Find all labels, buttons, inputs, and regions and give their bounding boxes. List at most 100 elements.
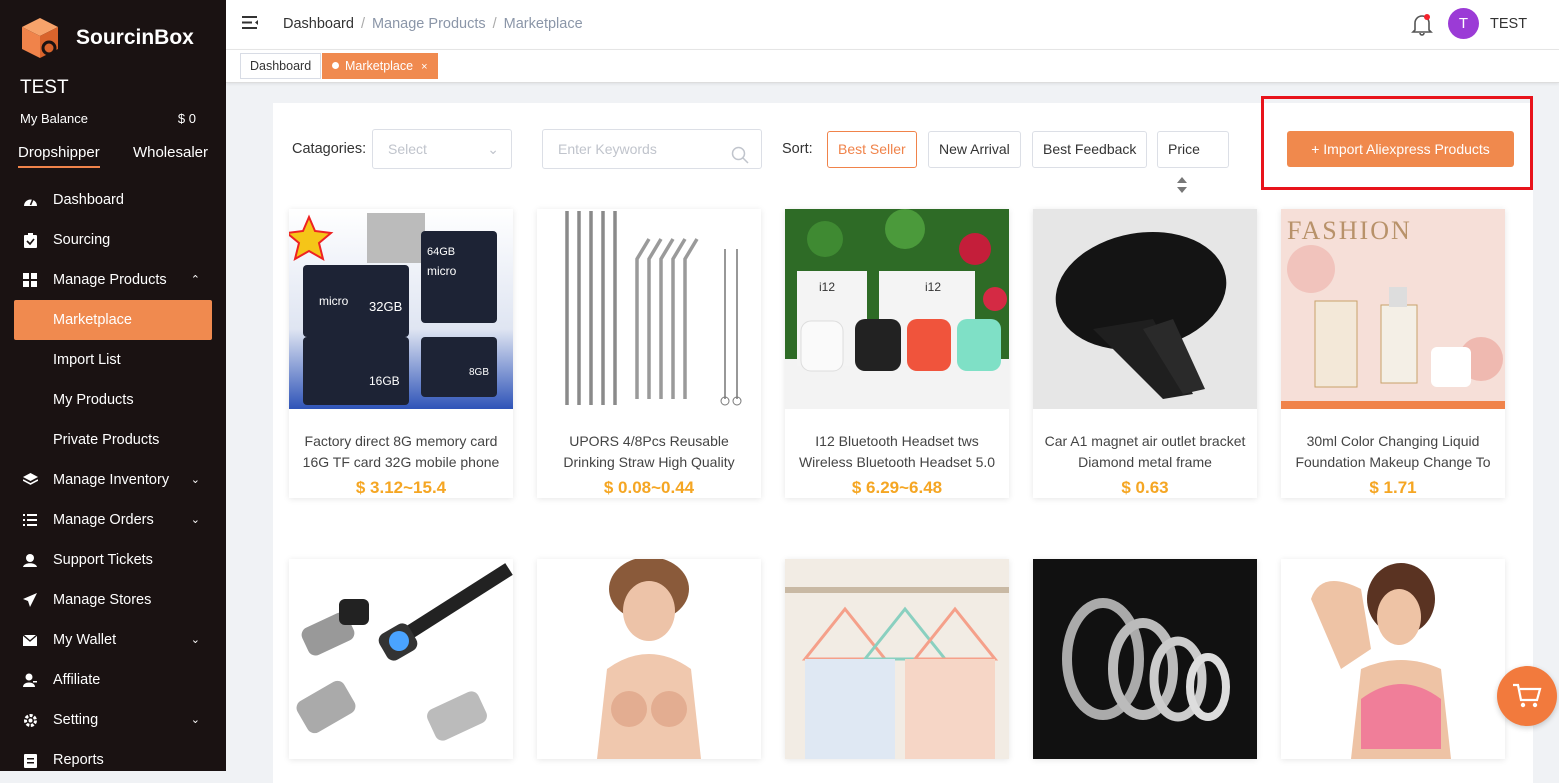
svg-text:micro: micro [427, 264, 457, 278]
grid-icon [22, 272, 38, 288]
sidebar-item-affiliate[interactable]: Affiliate [0, 660, 226, 700]
bell-icon[interactable] [1410, 12, 1434, 41]
sidebar-item-sourcing[interactable]: Sourcing [0, 220, 226, 260]
cart-button[interactable] [1497, 666, 1557, 726]
product-image [289, 559, 513, 759]
cart-icon [1512, 682, 1542, 715]
sidebar-item-marketplace[interactable]: Marketplace [14, 300, 212, 340]
svg-text:i12: i12 [925, 280, 941, 294]
close-icon[interactable]: × [421, 61, 427, 73]
search-icon[interactable] [731, 140, 749, 178]
role-switch: Dropshipper Wholesaler [18, 144, 208, 168]
product-image [537, 559, 761, 759]
product-price: $ 0.08~0.44 [603, 478, 695, 497]
send-icon [22, 592, 38, 608]
sort-best-seller-button[interactable]: Best Seller [827, 131, 917, 168]
product-card[interactable]: micro 32GB 64GB micro 16GB 8GB Factory d… [289, 209, 513, 498]
product-title[interactable]: 30ml Color Changing Liquid Foundation Ma… [1281, 431, 1505, 473]
chevron-down-icon: ⌄ [190, 514, 200, 526]
product-price: $ 0.63 [1121, 478, 1169, 497]
sidebar-item-support-tickets[interactable]: Support Tickets [0, 540, 226, 580]
sidebar-menu: Dashboard Sourcing Manage Products ⌃ Mar… [0, 180, 226, 780]
sidebar-item-my-wallet[interactable]: My Wallet ⌄ [0, 620, 226, 660]
product-image [785, 559, 1009, 759]
avatar[interactable]: T [1448, 8, 1479, 39]
balance-label: My Balance [20, 111, 88, 126]
balance-value: $ 0 [177, 111, 196, 126]
topbar: Dashboard / Manage Products / Marketplace T … [226, 0, 1559, 50]
tab-marketplace[interactable]: Marketplace × [322, 53, 438, 79]
product-price: $ 3.12~15.4 [355, 478, 447, 497]
product-title[interactable]: UPORS 4/8Pcs Reusable Drinking Straw Hig… [537, 431, 761, 473]
product-card[interactable]: Car A1 magnet air outlet bracket Diamond… [1033, 209, 1257, 498]
product-image [1033, 559, 1257, 759]
product-title[interactable]: Car A1 magnet air outlet bracket Diamond… [1033, 431, 1257, 473]
chevron-down-icon: ⌄ [190, 714, 200, 726]
mail-icon [22, 632, 38, 648]
chevron-up-icon: ⌃ [190, 274, 200, 286]
svg-text:i12: i12 [819, 280, 835, 294]
product-card[interactable] [537, 559, 761, 759]
sidebar-item-manage-products[interactable]: Manage Products ⌃ [0, 260, 226, 300]
product-image: i12 i12 [785, 209, 1009, 409]
category-select[interactable]: Select ⌄ [372, 129, 512, 169]
sidebar-item-setting[interactable]: Setting ⌄ [0, 700, 226, 740]
dashboard-icon [22, 192, 38, 208]
clipboard-icon [22, 232, 38, 248]
menu-toggle-icon[interactable] [242, 15, 259, 35]
report-icon [22, 752, 38, 768]
product-image [1281, 559, 1505, 759]
product-card[interactable]: UPORS 4/8Pcs Reusable Drinking Straw Hig… [537, 209, 761, 498]
list-icon [22, 512, 38, 528]
breadcrumb-manage-products: Manage Products [371, 16, 486, 32]
sort-label: Sort: [782, 141, 813, 157]
sidebar-item-reports[interactable]: Reports [0, 740, 226, 780]
product-price: $ 1.71 [1369, 478, 1417, 497]
layers-icon [22, 472, 38, 488]
sidebar-username: TEST [20, 77, 69, 98]
sidebar-item-dashboard[interactable]: Dashboard [0, 180, 226, 220]
gear-icon [22, 712, 38, 728]
sidebar-item-manage-inventory[interactable]: Manage Inventory ⌄ [0, 460, 226, 500]
svg-text:32GB: 32GB [369, 299, 402, 314]
svg-text:micro: micro [319, 294, 349, 308]
sidebar-item-my-products[interactable]: My Products [0, 380, 226, 420]
breadcrumb-dashboard[interactable]: Dashboard [283, 16, 354, 32]
role-wholesaler[interactable]: Wholesaler [133, 144, 208, 168]
sidebar-item-manage-stores[interactable]: Manage Stores [0, 580, 226, 620]
header-username[interactable]: TEST [1490, 16, 1527, 32]
product-title[interactable]: I12 Bluetooth Headset tws Wireless Bluet… [785, 431, 1009, 473]
sidebar-item-manage-orders[interactable]: Manage Orders ⌄ [0, 500, 226, 540]
product-title[interactable]: Factory direct 8G memory card 16G TF car… [289, 431, 513, 473]
product-card[interactable] [785, 559, 1009, 759]
chevron-down-icon: ⌄ [487, 141, 499, 157]
user-icon [22, 672, 38, 688]
role-dropshipper[interactable]: Dropshipper [18, 144, 100, 168]
product-card[interactable] [289, 559, 513, 759]
sourcinbox-logo-icon [18, 16, 62, 60]
brand-name: SourcinBox [76, 26, 194, 49]
filter-bar: Catagories: Select ⌄ Enter Keywords Sort… [273, 96, 1533, 194]
chevron-down-icon: ⌄ [190, 474, 200, 486]
product-card[interactable]: i12 i12 I12 Bluetooth Headset tws Wirele… [785, 209, 1009, 498]
product-card[interactable]: FASHION 30ml Color Changing Liquid Found… [1281, 209, 1505, 498]
categories-label: Catagories: [292, 141, 367, 157]
sort-arrows-icon [1176, 175, 1188, 195]
brand[interactable]: SourcinBox [18, 16, 194, 60]
sort-best-feedback-button[interactable]: Best Feedback [1032, 131, 1148, 168]
svg-text:8GB: 8GB [469, 367, 489, 378]
headset-icon [22, 552, 38, 568]
chevron-down-icon: ⌄ [190, 634, 200, 646]
sort-price-button[interactable]: Price [1157, 131, 1229, 194]
breadcrumb: Dashboard / Manage Products / Marketplace [283, 16, 583, 32]
tab-dashboard[interactable]: Dashboard [240, 53, 322, 79]
sort-new-arrival-button[interactable]: New Arrival [928, 131, 1021, 168]
sidebar: SourcinBox TEST My Balance $ 0 Dropshipp… [0, 0, 226, 771]
active-dot-icon [332, 62, 339, 69]
sidebar-item-import-list[interactable]: Import List [0, 340, 226, 380]
keyword-search-input[interactable]: Enter Keywords [542, 129, 762, 169]
svg-text:FASHION: FASHION [1287, 216, 1412, 245]
product-card[interactable] [1281, 559, 1505, 759]
product-card[interactable] [1033, 559, 1257, 759]
sidebar-item-private-products[interactable]: Private Products [0, 420, 226, 460]
